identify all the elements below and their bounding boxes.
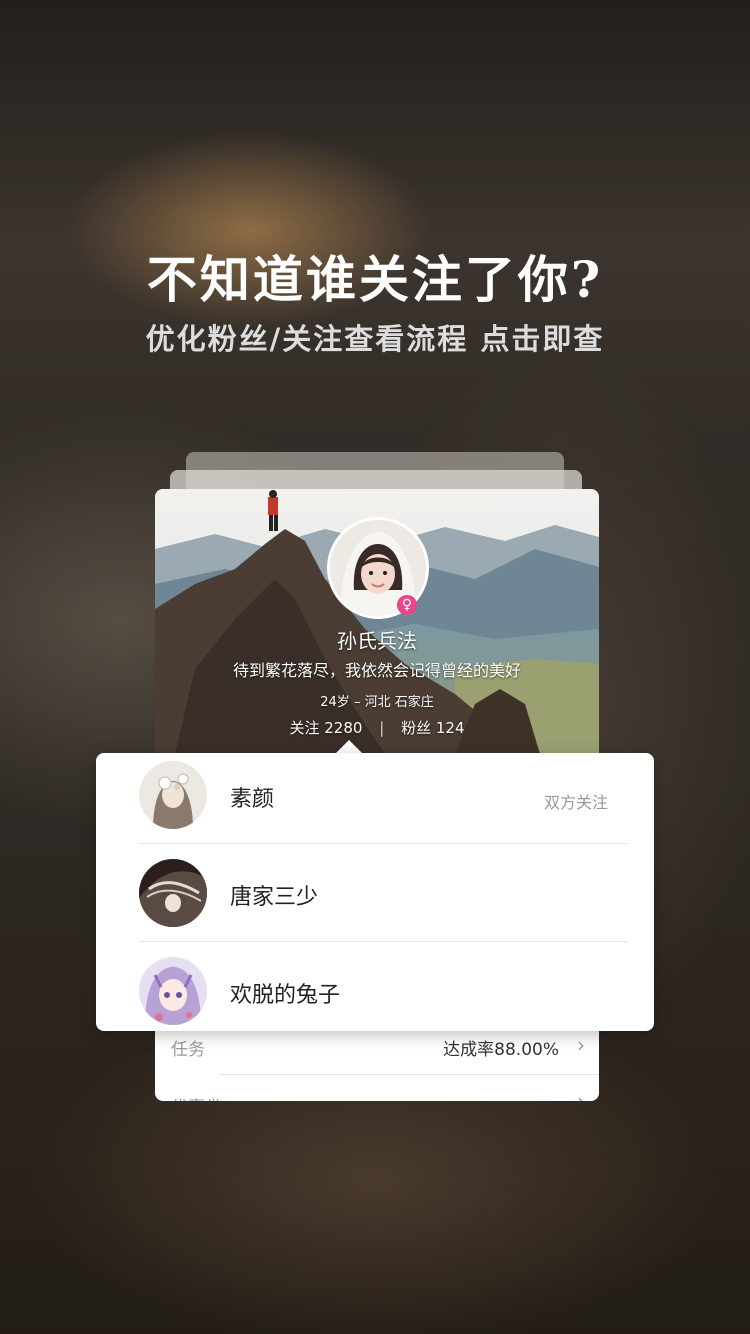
row-divider [219, 1074, 599, 1075]
fans-stat[interactable]: 粉丝 124 [401, 719, 464, 737]
female-icon: ♀ [397, 595, 417, 615]
user-avatar[interactable] [139, 761, 207, 829]
stats-separator: | [379, 719, 385, 737]
following-count: 2280 [324, 719, 363, 737]
chevron-right-icon: › [577, 1089, 585, 1101]
list-item[interactable]: 素颜 双方关注 [96, 753, 654, 851]
following-stat[interactable]: 关注 2280 [289, 719, 367, 737]
profile-name: 孙氏兵法 [337, 629, 417, 653]
profile-meta: 24岁 – 河北 石家庄 [320, 695, 434, 710]
mutual-follow-badge: 双方关注 [543, 793, 608, 812]
headline: 不知道谁关注了你? [146, 250, 604, 309]
user-name: 唐家三少 [230, 885, 319, 910]
user-name: 素颜 [230, 787, 275, 812]
followers-popup: 素颜 双方关注 唐家三少 欢脱的兔子 [96, 753, 654, 1031]
profile-bio: 待到繁花落尽，我依然会记得曾经的美好 [232, 661, 521, 680]
list-divider [139, 941, 628, 942]
user-avatar[interactable] [139, 859, 207, 927]
list-item[interactable]: 唐家三少 [96, 851, 654, 949]
user-avatar[interactable] [139, 957, 207, 1025]
fans-label: 粉丝 [401, 719, 432, 737]
user-name: 欢脱的兔子 [230, 983, 341, 1008]
subheadline: 优化粉丝/关注查看流程 点击即查 [145, 322, 605, 356]
following-label: 关注 [289, 719, 320, 737]
list-divider [139, 843, 628, 844]
popup-pointer [335, 740, 363, 754]
coupon-label: 优惠券 [171, 1093, 222, 1101]
list-item[interactable]: 欢脱的兔子 [96, 949, 654, 1047]
profile-stats: 关注 2280 | 粉丝 124 [155, 717, 599, 738]
fans-count: 124 [435, 719, 465, 737]
